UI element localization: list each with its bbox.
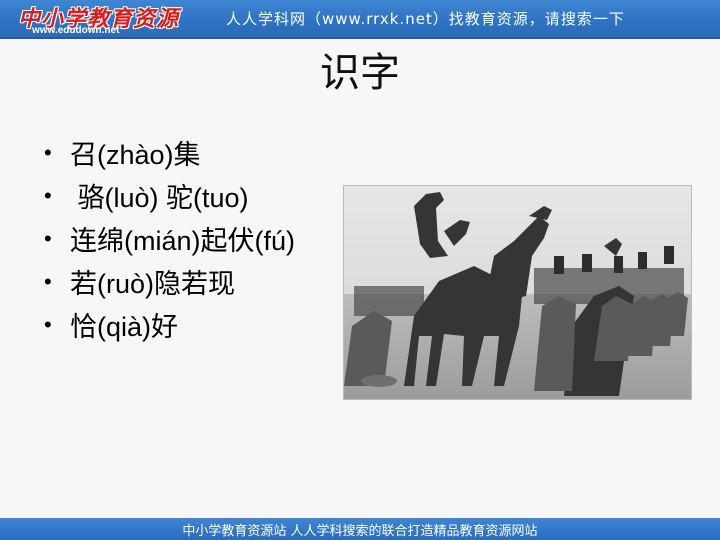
header-banner: 人人学科网（www.rrxk.net）找教育资源，请搜索一下 xyxy=(226,10,625,28)
bullet-icon: • xyxy=(44,311,52,337)
list-item: • 若(ruò)隐若现 xyxy=(44,260,295,303)
list-item: • 骆(luò) 驼(tuo) xyxy=(44,174,295,217)
vocabulary-list: • 召(zhào)集 • 骆(luò) 驼(tuo) • 连绵(mián)起伏(fú… xyxy=(44,131,295,346)
list-item: • 连绵(mián)起伏(fú) xyxy=(44,217,295,260)
header-divider xyxy=(0,37,720,39)
list-item-text: 恰(qià)好 xyxy=(70,312,179,342)
list-item: • 召(zhào)集 xyxy=(44,131,295,174)
list-item-text: 若(ruò)隐若现 xyxy=(70,269,236,299)
bullet-icon: • xyxy=(44,225,52,251)
list-item: • 恰(qià)好 xyxy=(44,303,295,346)
page-title: 识字 xyxy=(320,50,400,96)
footer-text: 中小学教育资源站 人人学科搜索的联合打造精品教育资源网站 xyxy=(182,524,538,539)
bullet-icon: • xyxy=(44,268,52,294)
list-item-text: 骆(luò) 驼(tuo) xyxy=(70,183,249,213)
bullet-icon: • xyxy=(44,139,52,165)
list-item-text: 连绵(mián)起伏(fú) xyxy=(70,226,296,256)
site-logo-url[interactable]: www.edudown.net xyxy=(32,25,119,36)
bullet-icon: • xyxy=(44,182,52,208)
list-item-text: 召(zhào)集 xyxy=(70,140,201,170)
camel-caravan-photo xyxy=(343,185,692,400)
